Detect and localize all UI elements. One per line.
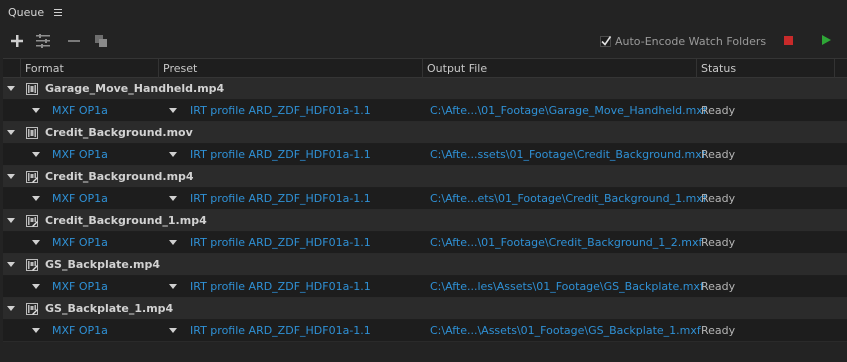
source-filename: Garage_Move_Handheld.mp4	[45, 82, 225, 95]
disclosure-triangle-icon[interactable]	[7, 306, 15, 311]
queue-panel: Queue Auto-Encode Watch Folders Format P…	[0, 0, 847, 362]
disclosure-triangle-icon[interactable]	[7, 174, 15, 179]
column-header-status[interactable]: Status	[697, 59, 835, 78]
preset-dropdown-icon[interactable]	[169, 328, 177, 333]
output-row[interactable]: MXF OP1a IRT profile ARD_ZDF_HDF01a-1.1 …	[3, 320, 847, 342]
output-file-link[interactable]: C:\Afte...ets\01_Footage\Credit_Backgrou…	[430, 188, 707, 210]
table-header: Format Preset Output File Status	[3, 58, 847, 78]
status-text: Ready	[701, 192, 736, 205]
output-row[interactable]: MXF OP1a IRT profile ARD_ZDF_HDF01a-1.1 …	[3, 188, 847, 210]
format-link[interactable]: MXF OP1a	[52, 276, 108, 298]
status-text: Ready	[701, 236, 736, 249]
queue-table: Format Preset Output File Status Garage_…	[3, 58, 847, 342]
source-row[interactable]: Garage_Move_Handheld.mp4	[3, 78, 847, 100]
preset-dropdown-icon[interactable]	[169, 108, 177, 113]
stop-queue-icon[interactable]	[784, 36, 793, 45]
add-output-icon[interactable]	[36, 33, 52, 49]
auto-encode-label: Auto-Encode Watch Folders	[615, 34, 767, 48]
film-icon	[26, 83, 38, 95]
status-text: Ready	[701, 324, 736, 337]
add-source-icon[interactable]	[9, 33, 25, 49]
format-link[interactable]: MXF OP1a	[52, 188, 108, 210]
format-dropdown-icon[interactable]	[32, 152, 40, 157]
film-edit-icon	[26, 171, 38, 183]
preset-link[interactable]: IRT profile ARD_ZDF_HDF01a-1.1	[190, 144, 371, 166]
output-row[interactable]: MXF OP1a IRT profile ARD_ZDF_HDF01a-1.1 …	[3, 276, 847, 298]
remove-icon[interactable]	[66, 33, 82, 49]
format-link[interactable]: MXF OP1a	[52, 144, 108, 166]
format-link[interactable]: MXF OP1a	[52, 100, 108, 122]
column-header-output[interactable]: Output File	[423, 59, 697, 78]
source-row[interactable]: Credit_Background.mov	[3, 122, 847, 144]
source-filename: Credit_Background.mov	[45, 126, 193, 139]
toolbar: Auto-Encode Watch Folders	[0, 28, 847, 54]
output-file-link[interactable]: C:\Afte...\01_Footage\Credit_Background_…	[430, 232, 702, 254]
output-row[interactable]: MXF OP1a IRT profile ARD_ZDF_HDF01a-1.1 …	[3, 100, 847, 122]
preset-dropdown-icon[interactable]	[169, 152, 177, 157]
source-filename: Credit_Background_1.mp4	[45, 214, 207, 227]
format-link[interactable]: MXF OP1a	[52, 232, 108, 254]
preset-link[interactable]: IRT profile ARD_ZDF_HDF01a-1.1	[190, 276, 371, 298]
status-text: Ready	[701, 148, 736, 161]
column-header-format[interactable]: Format	[21, 59, 159, 78]
source-row[interactable]: GS_Backplate_1.mp4	[3, 298, 847, 320]
source-row[interactable]: Credit_Background_1.mp4	[3, 210, 847, 232]
preset-link[interactable]: IRT profile ARD_ZDF_HDF01a-1.1	[190, 188, 371, 210]
preset-link[interactable]: IRT profile ARD_ZDF_HDF01a-1.1	[190, 100, 371, 122]
source-filename: GS_Backplate_1.mp4	[45, 302, 174, 315]
disclosure-triangle-icon[interactable]	[7, 262, 15, 267]
source-row[interactable]: GS_Backplate.mp4	[3, 254, 847, 276]
output-row[interactable]: MXF OP1a IRT profile ARD_ZDF_HDF01a-1.1 …	[3, 144, 847, 166]
preset-link[interactable]: IRT profile ARD_ZDF_HDF01a-1.1	[190, 320, 371, 342]
preset-dropdown-icon[interactable]	[169, 240, 177, 245]
preset-dropdown-icon[interactable]	[169, 196, 177, 201]
source-filename: GS_Backplate.mp4	[45, 258, 161, 271]
status-text: Ready	[701, 104, 736, 117]
source-row[interactable]: Credit_Background.mp4	[3, 166, 847, 188]
disclosure-triangle-icon[interactable]	[7, 130, 15, 135]
format-dropdown-icon[interactable]	[32, 284, 40, 289]
start-queue-icon[interactable]	[822, 35, 831, 45]
format-dropdown-icon[interactable]	[32, 328, 40, 333]
output-file-link[interactable]: C:\Afte...ssets\01_Footage\Credit_Backgr…	[430, 144, 706, 166]
duplicate-icon[interactable]	[93, 33, 109, 49]
output-file-link[interactable]: C:\Afte...les\Assets\01_Footage\GS_Backp…	[430, 276, 704, 298]
format-dropdown-icon[interactable]	[32, 240, 40, 245]
auto-encode-checkbox[interactable]	[600, 35, 612, 47]
film-icon	[26, 127, 38, 139]
film-edit-icon	[26, 259, 38, 271]
column-header-preset[interactable]: Preset	[159, 59, 423, 78]
preset-link[interactable]: IRT profile ARD_ZDF_HDF01a-1.1	[190, 232, 371, 254]
output-file-link[interactable]: C:\Afte...\Assets\01_Footage\GS_Backplat…	[430, 320, 701, 342]
format-link[interactable]: MXF OP1a	[52, 320, 108, 342]
panel-menu-icon[interactable]	[54, 8, 63, 16]
column-header-expand	[3, 59, 21, 78]
status-text: Ready	[701, 280, 736, 293]
format-dropdown-icon[interactable]	[32, 196, 40, 201]
output-row[interactable]: MXF OP1a IRT profile ARD_ZDF_HDF01a-1.1 …	[3, 232, 847, 254]
panel-title[interactable]: Queue	[8, 6, 44, 19]
disclosure-triangle-icon[interactable]	[7, 86, 15, 91]
film-edit-icon	[26, 215, 38, 227]
panel-header: Queue	[0, 0, 847, 24]
film-edit-icon	[26, 303, 38, 315]
disclosure-triangle-icon[interactable]	[7, 218, 15, 223]
output-file-link[interactable]: C:\Afte...\01_Footage\Garage_Move_Handhe…	[430, 100, 707, 122]
source-filename: Credit_Background.mp4	[45, 170, 194, 183]
auto-encode-toggle[interactable]: Auto-Encode Watch Folders	[600, 32, 766, 50]
preset-dropdown-icon[interactable]	[169, 284, 177, 289]
format-dropdown-icon[interactable]	[32, 108, 40, 113]
queue-items: Garage_Move_Handheld.mp4 MXF OP1a IRT pr…	[3, 78, 847, 342]
